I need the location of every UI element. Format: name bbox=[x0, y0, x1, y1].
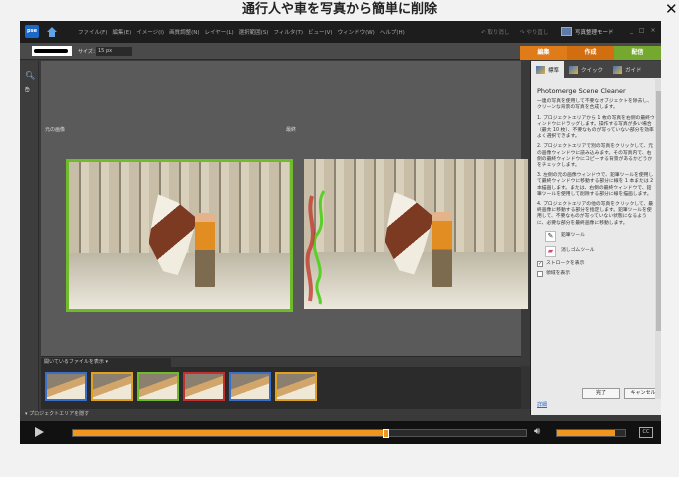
organizer-button[interactable]: 写真整理モード bbox=[561, 25, 614, 38]
organizer-icon bbox=[561, 27, 572, 36]
page-title: 通行人や車を写真から簡単に削除 bbox=[241, 2, 437, 17]
filmstrip-thumbnail[interactable] bbox=[137, 372, 179, 401]
mode-tabs: 編集 作成 配信 bbox=[520, 46, 661, 60]
tab-edit[interactable]: 編集 bbox=[520, 46, 567, 60]
menu-bar: pse ファイル(F) 編集(E) イメージ(I) 画質調整(N) レイヤー(L) 選択範… bbox=[20, 21, 661, 43]
filmstrip-thumbnail[interactable] bbox=[91, 372, 133, 401]
progress-handle[interactable] bbox=[382, 429, 389, 438]
full-mode-icon bbox=[536, 65, 545, 74]
menu-item[interactable]: イメージ(I) bbox=[136, 28, 164, 36]
show-strokes-checkbox[interactable]: ✓ ストロークを表示 bbox=[537, 261, 655, 267]
hand-tool-icon[interactable]: ✋︎ bbox=[25, 85, 30, 95]
captions-button[interactable]: CC bbox=[639, 427, 653, 438]
menu-item[interactable]: ファイル(F) bbox=[78, 28, 107, 36]
checked-icon: ✓ bbox=[537, 260, 543, 267]
eraser-tool-button[interactable]: ▰ 消しゴムツール bbox=[545, 245, 655, 257]
tab-full[interactable]: 標準 bbox=[531, 61, 565, 78]
step-3: 3. 左側の元の画像ウィンドウで、鉛筆ツールを使用して最終ウィンドウに移動する部… bbox=[537, 173, 654, 197]
menu-item[interactable]: ヘルプ(H) bbox=[380, 28, 405, 36]
volume-slider[interactable] bbox=[556, 429, 626, 437]
filmstrip-scrollbar[interactable] bbox=[521, 366, 530, 409]
pencil-stroke bbox=[305, 190, 326, 305]
unchecked-box bbox=[537, 271, 543, 278]
tab-share[interactable]: 配信 bbox=[614, 46, 661, 60]
play-icon[interactable] bbox=[35, 427, 44, 437]
progress-bar[interactable] bbox=[72, 429, 527, 438]
tab-create[interactable]: 作成 bbox=[567, 46, 614, 60]
close-icon[interactable]: ✕ bbox=[665, 2, 678, 17]
app-logo: pse bbox=[25, 25, 39, 38]
undo-button[interactable]: ↶ 取り消し bbox=[481, 28, 509, 36]
menu-list: ファイル(F) 編集(E) イメージ(I) 画質調整(N) レイヤー(L) 選択範囲(S)… bbox=[78, 28, 405, 36]
size-label: サイズ： bbox=[78, 49, 98, 55]
guided-mode-icon bbox=[613, 65, 623, 74]
menu-item[interactable]: 選択範囲(S) bbox=[239, 28, 269, 36]
menu-item[interactable]: 画質調整(N) bbox=[169, 28, 199, 36]
tab-guided[interactable]: ガイド bbox=[608, 61, 647, 78]
panel-intro: 一連の写真を使用して不要なオブジェクトを除去し、クリーンな背景の写真を合成します… bbox=[537, 99, 652, 111]
tab-quick[interactable]: クイック bbox=[564, 61, 608, 78]
panel-scrollbar[interactable] bbox=[655, 79, 661, 399]
volume-fill bbox=[557, 430, 615, 436]
step-4: 4. プロジェクトエリアの他の写真をクリックして、最終画像に移動する部分を指定し… bbox=[537, 202, 654, 226]
pencil-tool-button[interactable]: ✎ 鉛筆ツール bbox=[545, 230, 655, 242]
video-controls: 🔊︎ CC bbox=[20, 421, 661, 444]
menu-item[interactable]: 編集(E) bbox=[112, 28, 131, 36]
filmstrip-thumbnail[interactable] bbox=[229, 372, 271, 401]
hide-project-bin-toggle[interactable]: ▾ プロジェクトエリアを隠す bbox=[25, 410, 89, 417]
filmstrip-header: 開いているファイルを表示 ▾ bbox=[41, 356, 521, 367]
panel-scroll-thumb[interactable] bbox=[656, 91, 661, 331]
panel-tabs: 標準 クイック ガイド bbox=[531, 61, 661, 78]
panel-title: Photomerge Scene Cleaner bbox=[537, 87, 626, 95]
step-1: 1. プロジェクトエリアから 1 枚の写真を右側の最終ウィンドウにドラッグします… bbox=[537, 115, 655, 140]
source-label: 元の画像 bbox=[45, 127, 66, 133]
help-link[interactable]: 詳細 bbox=[537, 401, 547, 408]
size-field[interactable]: 15 px bbox=[96, 47, 132, 56]
volume-icon[interactable]: 🔊︎ bbox=[534, 426, 540, 437]
filmstrip-thumbnail[interactable] bbox=[183, 372, 225, 401]
step-2: 2. プロジェクトエリアで別の写真をクリックして、元の画像ウィンドウに読み込みま… bbox=[537, 144, 654, 169]
filmstrip-thumbnail[interactable] bbox=[45, 372, 87, 401]
final-image[interactable] bbox=[304, 159, 528, 309]
redo-button[interactable]: ↷ やり直し bbox=[520, 28, 548, 36]
eraser-icon: ▰ bbox=[545, 245, 556, 257]
zoom-tool-icon[interactable]: 🔍︎ bbox=[25, 71, 35, 80]
filmstrip-thumbnail[interactable] bbox=[275, 372, 317, 401]
editor-window: pse ファイル(F) 編集(E) イメージ(I) 画質調整(N) レイヤー(L) 選択範… bbox=[20, 21, 661, 421]
toolbox: 🔍︎ ✋︎ bbox=[20, 61, 39, 415]
menu-item[interactable]: レイヤー(L) bbox=[204, 28, 233, 36]
pencil-icon: ✎ bbox=[545, 230, 556, 242]
quick-mode-icon bbox=[569, 65, 579, 74]
menu-item[interactable]: フィルタ(T) bbox=[273, 28, 303, 36]
panel-buttons: 完了 キャンセル bbox=[582, 388, 661, 399]
done-button[interactable]: 完了 bbox=[582, 388, 620, 399]
menu-item[interactable]: ビュー(V) bbox=[308, 28, 333, 36]
brush-preview[interactable] bbox=[32, 46, 72, 56]
progress-fill bbox=[73, 430, 386, 436]
source-image[interactable] bbox=[66, 159, 293, 312]
filmstrip-dropdown[interactable]: 開いているファイルを表示 ▾ bbox=[41, 358, 171, 367]
panel-body: Photomerge Scene Cleaner 一連の写真を使用して不要なオブ… bbox=[537, 87, 655, 278]
menu-item[interactable]: ウィンドウ(W) bbox=[338, 28, 375, 36]
window-controls[interactable]: _ □ × bbox=[630, 27, 658, 34]
home-icon[interactable] bbox=[46, 26, 58, 38]
side-panel: 標準 クイック ガイド Photomerge Scene Cleaner 一連の… bbox=[530, 61, 661, 415]
project-bin bbox=[41, 367, 521, 409]
result-label: 最終 bbox=[286, 127, 297, 133]
show-regions-checkbox[interactable]: 領域を表示 bbox=[537, 271, 655, 278]
